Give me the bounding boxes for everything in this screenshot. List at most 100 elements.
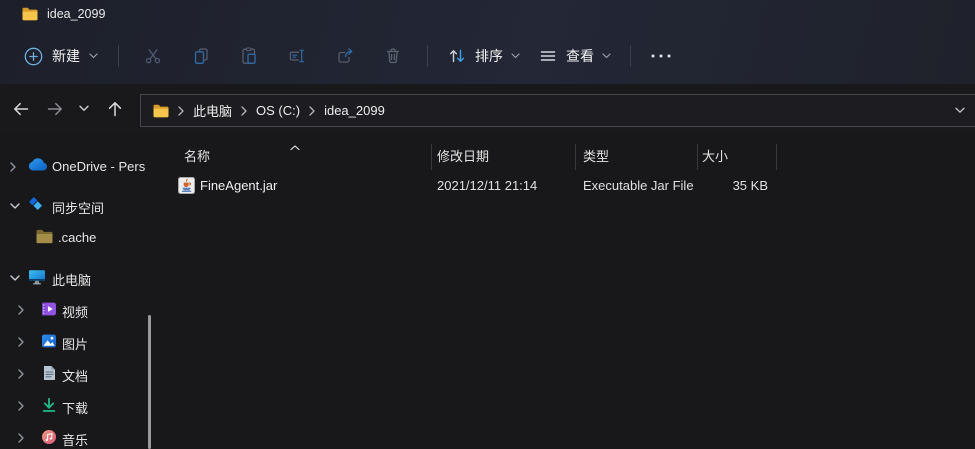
see-more-button[interactable]	[641, 38, 681, 74]
share-icon	[335, 46, 355, 66]
sidebar-item-label: 下载	[62, 401, 89, 416]
sidebar-item-label: 音乐	[62, 433, 89, 448]
breadcrumb-chevron-icon	[241, 105, 247, 116]
java-jar-icon	[178, 177, 195, 199]
sidebar-item-label: 此电脑	[52, 273, 92, 288]
sidebar-item-sync-space[interactable]: 同步空间	[0, 190, 150, 222]
view-lines-icon	[538, 46, 558, 66]
chevron-down-icon	[89, 53, 98, 59]
sidebar-item-cache-folder[interactable]: .cache	[0, 222, 150, 254]
videos-icon	[41, 301, 57, 317]
new-button-label: 新建	[52, 48, 80, 64]
chevron-right-icon[interactable]	[10, 162, 16, 172]
arrow-left-icon	[14, 102, 29, 115]
monitor-icon	[28, 269, 46, 285]
top-chrome: idea_2099 新建 排序 查看	[0, 0, 975, 84]
chevron-down-icon	[602, 53, 611, 59]
address-bar[interactable]: 此电脑 OS (C:) idea_2099	[140, 94, 975, 127]
forward-button[interactable]	[38, 86, 72, 131]
file-row-fineagent-jar[interactable]: FineAgent.jar 2021/12/11 21:14 Executabl…	[162, 172, 975, 200]
sidebar-item-label: 视频	[62, 305, 89, 320]
chevron-right-icon[interactable]	[18, 337, 24, 347]
toolbar-separator	[630, 45, 631, 67]
scissors-icon	[143, 46, 163, 66]
folder-icon	[22, 7, 38, 21]
paste-icon	[239, 46, 259, 66]
file-size: 35 KB	[732, 178, 768, 193]
rename-icon	[287, 46, 307, 66]
chevron-right-icon[interactable]	[18, 369, 24, 379]
share-button[interactable]	[325, 38, 365, 74]
sidebar-item-pictures[interactable]: 图片	[0, 326, 150, 358]
column-divider[interactable]	[776, 144, 777, 170]
toolbar-separator	[118, 45, 119, 67]
breadcrumb-current-folder[interactable]: idea_2099	[324, 103, 385, 118]
sidebar-item-this-pc[interactable]: 此电脑	[0, 262, 150, 294]
breadcrumb-drive[interactable]: OS (C:)	[256, 103, 300, 118]
sidebar-item-label: 同步空间	[52, 201, 105, 216]
sidebar-item-onedrive[interactable]: OneDrive - Pers	[0, 151, 150, 183]
column-header-name[interactable]: 名称	[184, 146, 210, 165]
column-header-type[interactable]: 类型	[583, 146, 609, 165]
view-button[interactable]: 查看	[529, 38, 620, 74]
chevron-right-icon[interactable]	[18, 305, 24, 315]
sidebar-item-label: .cache	[58, 230, 97, 245]
rename-button[interactable]	[277, 38, 317, 74]
column-divider[interactable]	[697, 144, 698, 170]
sort-ascending-icon	[290, 138, 300, 156]
breadcrumb-chevron-icon	[309, 105, 315, 116]
column-divider[interactable]	[431, 144, 432, 170]
address-dropdown-button[interactable]	[955, 107, 965, 114]
sidebar-item-documents[interactable]: 文档	[0, 358, 150, 390]
chevron-down-icon	[511, 53, 520, 59]
cut-button[interactable]	[133, 38, 173, 74]
chevron-right-icon[interactable]	[18, 433, 24, 443]
command-bar: 新建 排序 查看	[0, 28, 975, 84]
column-divider[interactable]	[575, 144, 576, 170]
toolbar-separator	[427, 45, 428, 67]
copy-button[interactable]	[181, 38, 221, 74]
folder-icon	[36, 229, 53, 244]
file-type: Executable Jar File	[583, 178, 694, 193]
chevron-down-icon	[955, 107, 965, 113]
music-icon	[41, 429, 57, 445]
pictures-icon	[41, 333, 57, 349]
column-header-size[interactable]: 大小	[702, 146, 728, 165]
back-button[interactable]	[4, 86, 38, 131]
sidebar-item-downloads[interactable]: 下载	[0, 390, 150, 422]
folder-icon	[153, 104, 169, 118]
sidebar-scrollbar[interactable]	[148, 315, 151, 449]
chevron-right-icon[interactable]	[18, 401, 24, 411]
plus-circle-icon	[24, 47, 43, 66]
chevron-down-icon	[79, 105, 89, 111]
downloads-icon	[41, 397, 57, 413]
view-button-label: 查看	[566, 48, 594, 64]
navigation-pane: OneDrive - Pers 同步空间 .cache 此电脑 视频 图片 文档…	[0, 133, 160, 449]
column-header-date-modified[interactable]: 修改日期	[437, 146, 489, 165]
breadcrumb-chevron-icon	[178, 105, 184, 116]
sort-arrows-icon	[447, 46, 467, 66]
chevron-down-icon[interactable]	[10, 203, 20, 209]
navigation-bar: 此电脑 OS (C:) idea_2099	[0, 84, 975, 133]
file-name[interactable]: FineAgent.jar	[200, 178, 277, 193]
delete-button[interactable]	[373, 38, 413, 74]
ellipsis-icon	[650, 53, 672, 59]
sidebar-item-label: 文档	[62, 369, 89, 384]
up-button[interactable]	[98, 86, 132, 131]
file-list: 名称 修改日期 类型 大小 FineAgent.jar 2021/12/11 2…	[162, 133, 975, 449]
arrow-up-icon	[108, 101, 122, 116]
sidebar-item-label: 图片	[62, 337, 89, 352]
onedrive-cloud-icon	[28, 158, 48, 171]
documents-icon	[43, 365, 56, 381]
sort-button[interactable]: 排序	[438, 38, 529, 74]
sidebar-item-music[interactable]: 音乐	[0, 422, 150, 449]
window-title: idea_2099	[47, 7, 106, 21]
breadcrumb-this-pc[interactable]: 此电脑	[193, 101, 232, 120]
chevron-down-icon[interactable]	[10, 275, 20, 281]
sync-app-icon	[28, 197, 44, 213]
sidebar-item-videos[interactable]: 视频	[0, 294, 150, 326]
paste-button[interactable]	[229, 38, 269, 74]
new-button[interactable]: 新建	[14, 38, 108, 74]
sidebar-item-label: OneDrive - Pers	[52, 159, 146, 174]
recent-locations-button[interactable]	[70, 86, 98, 131]
